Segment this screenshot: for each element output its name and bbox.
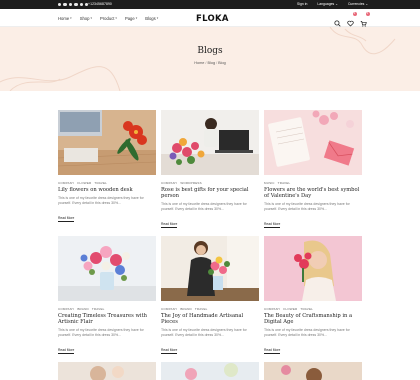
post-title[interactable]: The Beauty of Craftsmanship in a Digital… bbox=[264, 313, 362, 326]
category-link[interactable]: FLOWER bbox=[77, 181, 91, 185]
header-actions: 0 0 bbox=[334, 12, 370, 27]
category-link[interactable]: WORDPRESS bbox=[180, 181, 201, 185]
post-categories: COMPANY FLOWER TRAVEL bbox=[264, 307, 362, 311]
nav-item-shop[interactable]: Shop ▾ bbox=[80, 16, 92, 21]
nav-item-page[interactable]: Page ▾ bbox=[125, 16, 137, 21]
read-more-link[interactable]: Read More bbox=[264, 348, 281, 355]
post-excerpt: This is one of my favorite dress designe… bbox=[161, 202, 247, 212]
blog-post-card: COMPANY FLOWER TRAVEL The Beauty of Crafts… bbox=[264, 236, 362, 356]
post-image-bouquet[interactable] bbox=[58, 236, 156, 301]
instagram-icon[interactable] bbox=[74, 2, 78, 6]
category-link[interactable]: TRAVEL bbox=[300, 307, 313, 311]
nav-label: Shop bbox=[79, 15, 90, 21]
sign-in-link[interactable]: Sign in bbox=[297, 2, 307, 6]
blog-post-card: COMPANY BRAND TRAVEL Creating Timeless Tre… bbox=[58, 236, 156, 356]
site-logo[interactable]: FLOKA bbox=[196, 14, 229, 24]
post-title[interactable]: Rose is best gifts for your special pers… bbox=[161, 187, 259, 200]
category-link[interactable]: TRAVEL bbox=[195, 307, 208, 311]
post-title[interactable]: The Joy of Handmade Artisanal Pieces bbox=[161, 313, 259, 326]
facebook-icon[interactable] bbox=[58, 2, 62, 6]
page-title: Blogs bbox=[197, 46, 223, 56]
post-image-next-row[interactable] bbox=[161, 362, 259, 380]
hero-decoration bbox=[0, 27, 396, 91]
post-excerpt: This is one of my favorite dress designe… bbox=[264, 202, 350, 212]
category-link[interactable]: COMPANY bbox=[58, 307, 74, 311]
post-categories: MUSIC TRAVEL bbox=[264, 181, 362, 185]
page-hero: Blogs Home/Blog/Blog bbox=[0, 27, 420, 91]
category-link[interactable]: COMPANY bbox=[264, 307, 280, 311]
post-categories: COMPANY BRAND TRAVEL bbox=[58, 307, 156, 311]
chevron-down-icon: ▾ bbox=[135, 16, 138, 20]
nav-label: Home bbox=[58, 15, 70, 21]
post-image-florist-shop[interactable] bbox=[161, 236, 259, 301]
post-excerpt: This is one of my favorite dress designe… bbox=[161, 328, 247, 338]
breadcrumb: Home/Blog/Blog bbox=[194, 61, 226, 65]
post-image-next-row[interactable] bbox=[264, 362, 362, 380]
wishlist-count-badge: 0 bbox=[352, 12, 357, 16]
language-selector[interactable]: Languages ⌄ bbox=[317, 2, 338, 6]
category-link[interactable]: TRAVEL bbox=[94, 181, 107, 185]
twitter-icon[interactable] bbox=[63, 2, 67, 6]
nav-item-home[interactable]: Home ▾ bbox=[58, 16, 72, 21]
search-icon[interactable] bbox=[334, 14, 341, 27]
youtube-icon[interactable] bbox=[79, 2, 83, 6]
post-categories: COMPANY FLOWER TRAVEL bbox=[58, 181, 156, 185]
category-link[interactable]: BRAND bbox=[180, 307, 192, 311]
nav-label: Product bbox=[99, 15, 115, 21]
post-title[interactable]: Flowers are the world's best symbol of V… bbox=[264, 187, 362, 200]
post-excerpt: This is one of my favorite dress designe… bbox=[58, 328, 144, 338]
category-link[interactable]: MUSIC bbox=[264, 181, 275, 185]
blog-post-card: COMPANY WORDPRESS Rose is best gifts for … bbox=[161, 110, 259, 230]
phone-number[interactable]: +12345687890 bbox=[88, 2, 112, 6]
blog-post-card: MUSIC TRAVEL Flowers are the world's best… bbox=[264, 110, 362, 230]
pinterest-icon[interactable] bbox=[68, 2, 73, 6]
category-link[interactable]: COMPANY bbox=[161, 307, 177, 311]
currency-selector[interactable]: Currencies ⌄ bbox=[348, 2, 368, 6]
category-link[interactable]: BRAND bbox=[77, 307, 89, 311]
category-link[interactable]: COMPANY bbox=[161, 181, 177, 185]
post-title[interactable]: Creating Timeless Treasures with Artisni… bbox=[58, 313, 156, 326]
blog-post-card: COMPANY BRAND TRAVEL The Joy of Handmade A… bbox=[161, 236, 259, 356]
post-image-rose-gifts[interactable] bbox=[161, 110, 259, 175]
breadcrumb-blog[interactable]: Blog bbox=[207, 61, 215, 65]
post-image-woman-roses[interactable] bbox=[264, 236, 362, 301]
post-excerpt: This is one of my favorite dress designe… bbox=[58, 195, 144, 205]
post-excerpt: This is one of my favorite dress designe… bbox=[264, 328, 350, 338]
category-link[interactable]: TRAVEL bbox=[278, 181, 291, 185]
social-links bbox=[58, 2, 89, 6]
post-image-lily-desk[interactable] bbox=[58, 110, 156, 175]
read-more-link[interactable]: Read More bbox=[58, 216, 75, 222]
post-image-next-row[interactable] bbox=[58, 362, 156, 380]
category-link[interactable]: TRAVEL bbox=[92, 307, 105, 311]
top-bar: +12345687890 Sign in Languages ⌄ Currenc… bbox=[0, 0, 420, 9]
breadcrumb-current: Blog bbox=[218, 61, 226, 65]
cart-count-badge: 0 bbox=[365, 12, 370, 16]
read-more-link[interactable]: Read More bbox=[161, 348, 178, 355]
post-image-valentine-flowers[interactable] bbox=[264, 110, 362, 175]
chevron-down-icon: ▾ bbox=[70, 16, 72, 20]
site-header: Home ▾ Shop ▾ Product ▾ Page ▾ Blogs ▾ FLOKA … bbox=[0, 9, 420, 27]
nav-label: Page bbox=[124, 15, 135, 21]
read-more-link[interactable]: Read More bbox=[161, 222, 178, 229]
blog-post-card: COMPANY FLOWER TRAVEL Lily flowers on wood… bbox=[58, 110, 156, 224]
nav-item-blogs[interactable]: Blogs ▾ bbox=[145, 16, 158, 21]
account-links: Sign in Languages ⌄ Currencies ⌄ bbox=[297, 2, 368, 6]
chevron-down-icon: ▾ bbox=[115, 16, 117, 20]
category-link[interactable]: FLOWER bbox=[283, 307, 297, 311]
category-link[interactable]: COMPANY bbox=[58, 181, 74, 185]
post-categories: COMPANY BRAND TRAVEL bbox=[161, 307, 259, 311]
breadcrumb-home[interactable]: Home bbox=[194, 61, 204, 65]
read-more-link[interactable]: Read More bbox=[264, 222, 281, 229]
post-categories: COMPANY WORDPRESS bbox=[161, 181, 259, 185]
chevron-down-icon: ▾ bbox=[90, 16, 92, 20]
wishlist-icon[interactable]: 0 bbox=[347, 12, 357, 27]
nav-item-product[interactable]: Product ▾ bbox=[100, 16, 117, 21]
post-title[interactable]: Lily flowers on wooden desk bbox=[58, 187, 156, 193]
chevron-down-icon: ▾ bbox=[156, 16, 159, 20]
cart-icon[interactable]: 0 bbox=[360, 12, 370, 27]
read-more-link[interactable]: Read More bbox=[58, 348, 75, 355]
main-nav: Home ▾ Shop ▾ Product ▾ Page ▾ Blogs ▾ bbox=[58, 16, 158, 21]
nav-label: Blogs bbox=[145, 15, 156, 21]
